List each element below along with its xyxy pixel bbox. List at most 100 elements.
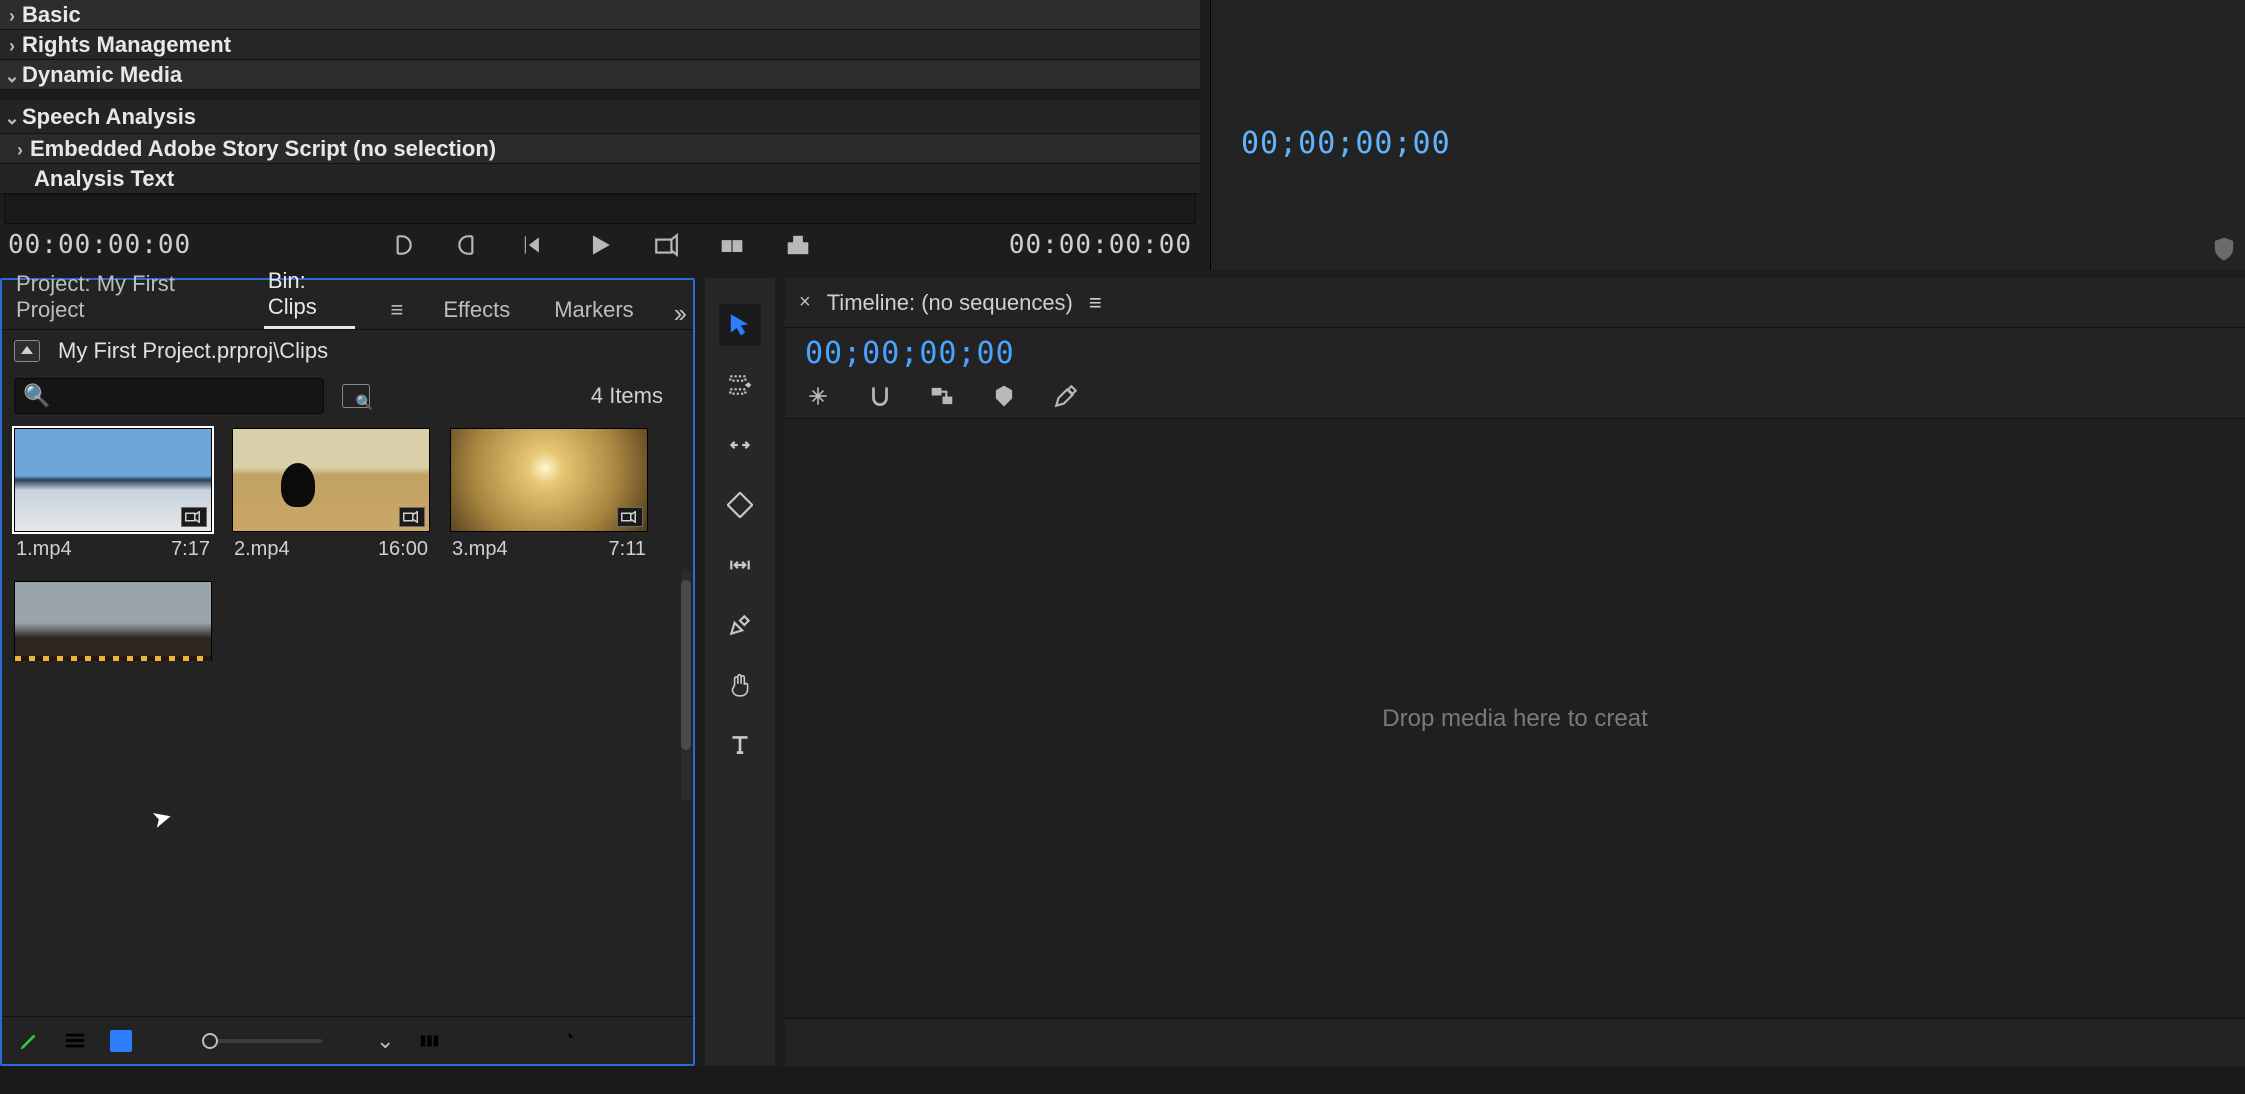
tab-project[interactable]: Project: My First Project xyxy=(12,271,228,329)
clip-duration: 7:11 xyxy=(609,538,646,561)
icon-view-button[interactable] xyxy=(110,1030,132,1052)
timeline-drop-hint: Drop media here to creat xyxy=(1382,705,1647,733)
meta-row-analysis-text: Analysis Text xyxy=(0,164,1200,194)
freeform-view-button[interactable] xyxy=(156,1030,178,1052)
search-input[interactable]: 🔍 xyxy=(14,378,324,414)
mark-out-icon[interactable] xyxy=(455,232,481,258)
play-icon[interactable] xyxy=(587,232,613,258)
program-monitor-panel: 00;00;00;00 xyxy=(1210,0,2245,270)
go-to-in-icon[interactable] xyxy=(521,232,547,258)
automate-to-sequence-button[interactable] xyxy=(418,1030,440,1052)
clip-name: 1.mp4 xyxy=(16,538,72,561)
overflow-tabs-icon[interactable]: ›› xyxy=(674,298,683,329)
panel-menu-icon[interactable]: ≡ xyxy=(1089,290,1102,316)
timeline-footer xyxy=(785,1018,2245,1066)
clip-duration: 16:00 xyxy=(378,538,428,561)
meta-row-story-script[interactable]: ›Embedded Adobe Story Script (no selecti… xyxy=(0,134,1200,164)
timeline-drop-area[interactable]: Drop media here to creat xyxy=(785,418,2245,1018)
clip-name: 3.mp4 xyxy=(452,538,508,561)
project-panel-footer: ⌄ xyxy=(2,1016,693,1064)
pencil-icon[interactable] xyxy=(18,1030,40,1052)
status-bar xyxy=(0,1066,2245,1094)
clip-thumbnail[interactable] xyxy=(14,428,212,532)
razor-tool[interactable] xyxy=(719,484,761,526)
linked-selection-icon[interactable] xyxy=(929,383,955,409)
panel-menu-icon[interactable]: ≡ xyxy=(391,297,404,329)
tab-effects[interactable]: Effects xyxy=(439,297,514,329)
source-in-timecode[interactable]: 00:00:00:00 xyxy=(8,230,191,260)
tab-markers[interactable]: Markers xyxy=(550,297,637,329)
list-view-button[interactable] xyxy=(64,1030,86,1052)
insert-sequence-icon[interactable] xyxy=(805,383,831,409)
pen-tool[interactable] xyxy=(719,604,761,646)
delete-button[interactable] xyxy=(655,1030,677,1052)
timeline-timecode[interactable]: 00;00;00;00 xyxy=(785,328,2245,377)
find-in-bin-button[interactable]: 🔍 xyxy=(342,384,370,408)
zoom-slider[interactable] xyxy=(202,1039,322,1043)
selection-tool[interactable] xyxy=(719,304,761,346)
search-icon: 🔍 xyxy=(23,383,50,409)
mouse-cursor-icon: ➤ xyxy=(149,802,176,835)
chevron-down-icon: ⌄ xyxy=(2,101,22,135)
clip-thumbnail[interactable] xyxy=(232,428,430,532)
clip-item[interactable]: 3.mp4 7:11 xyxy=(450,428,648,561)
clip-grid: 1.mp4 7:17 2.mp416:00 3.mp4 7:11 xyxy=(2,420,693,800)
project-path[interactable]: My First Project.prproj\Clips xyxy=(58,338,328,364)
clip-thumbnail[interactable] xyxy=(14,581,212,661)
zoom-slider-knob[interactable] xyxy=(202,1033,218,1049)
add-marker-icon[interactable] xyxy=(991,383,1017,409)
program-timecode[interactable]: 00;00;00;00 xyxy=(1241,126,1451,161)
sort-dropdown[interactable]: ⌄ xyxy=(346,1028,394,1054)
meta-rights-label: Rights Management xyxy=(22,32,231,57)
mark-in-icon[interactable] xyxy=(389,232,415,258)
meta-section-speech[interactable]: ⌄Speech Analysis xyxy=(0,100,1200,134)
timeline-title[interactable]: Timeline: (no sequences) xyxy=(827,290,1073,316)
chevron-right-icon: › xyxy=(2,1,22,31)
insert-icon[interactable] xyxy=(719,232,745,258)
project-tabs: Project: My First Project Bin: Clips ≡ E… xyxy=(2,280,693,330)
new-bin-button[interactable] xyxy=(510,1030,532,1052)
safe-margins-icon[interactable] xyxy=(2211,236,2237,262)
tab-bin-clips[interactable]: Bin: Clips xyxy=(264,268,355,329)
slip-tool[interactable] xyxy=(719,544,761,586)
source-transport-bar: 00:00:00:00 00:00:00:00 xyxy=(0,220,1200,270)
video-audio-badge-icon xyxy=(617,507,643,527)
video-audio-badge-icon xyxy=(399,507,425,527)
tool-palette xyxy=(705,278,775,1066)
chevron-down-icon: ⌄ xyxy=(2,61,22,91)
type-tool[interactable] xyxy=(719,724,761,766)
find-button[interactable] xyxy=(464,1030,486,1052)
meta-section-dynamic[interactable]: ⌄Dynamic Media xyxy=(0,60,1200,90)
clip-thumbnail[interactable] xyxy=(450,428,648,532)
item-count: 4 Items xyxy=(591,383,681,409)
clip-item[interactable]: 1.mp4 7:17 xyxy=(14,428,212,561)
video-audio-badge-icon xyxy=(181,507,207,527)
track-select-tool[interactable] xyxy=(719,364,761,406)
meta-speech-label: Speech Analysis xyxy=(22,104,196,129)
meta-section-basic[interactable]: ›Basic xyxy=(0,0,1200,30)
snap-icon[interactable] xyxy=(867,383,893,409)
meta-story-label: Embedded Adobe Story Script (no selectio… xyxy=(30,136,496,161)
chevron-right-icon: › xyxy=(2,31,22,61)
clip-item[interactable]: 2.mp416:00 xyxy=(232,428,430,561)
chevron-right-icon: › xyxy=(10,135,30,165)
project-breadcrumb: My First Project.prproj\Clips xyxy=(2,330,693,372)
source-out-timecode[interactable]: 00:00:00:00 xyxy=(1009,230,1192,260)
settings-icon[interactable] xyxy=(1053,383,1079,409)
hand-tool[interactable] xyxy=(719,664,761,706)
scrollbar-thumb[interactable] xyxy=(681,580,691,750)
meta-section-rights[interactable]: ›Rights Management xyxy=(0,30,1200,60)
navigate-up-button[interactable] xyxy=(14,340,40,362)
project-panel: Project: My First Project Bin: Clips ≡ E… xyxy=(0,278,695,1066)
overwrite-icon[interactable] xyxy=(785,232,811,258)
new-item-button[interactable] xyxy=(556,1030,578,1052)
meta-basic-label: Basic xyxy=(22,2,81,27)
chevron-down-icon: ⌄ xyxy=(376,1028,394,1054)
ripple-edit-tool[interactable] xyxy=(719,424,761,466)
grid-scrollbar[interactable] xyxy=(681,570,691,800)
close-tab-icon[interactable]: × xyxy=(799,291,811,314)
metadata-panel: ›Basic ›Rights Management ⌄Dynamic Media… xyxy=(0,0,1200,224)
export-frame-icon[interactable] xyxy=(653,232,679,258)
clip-duration: 7:17 xyxy=(171,538,210,561)
clip-item[interactable] xyxy=(14,581,212,661)
